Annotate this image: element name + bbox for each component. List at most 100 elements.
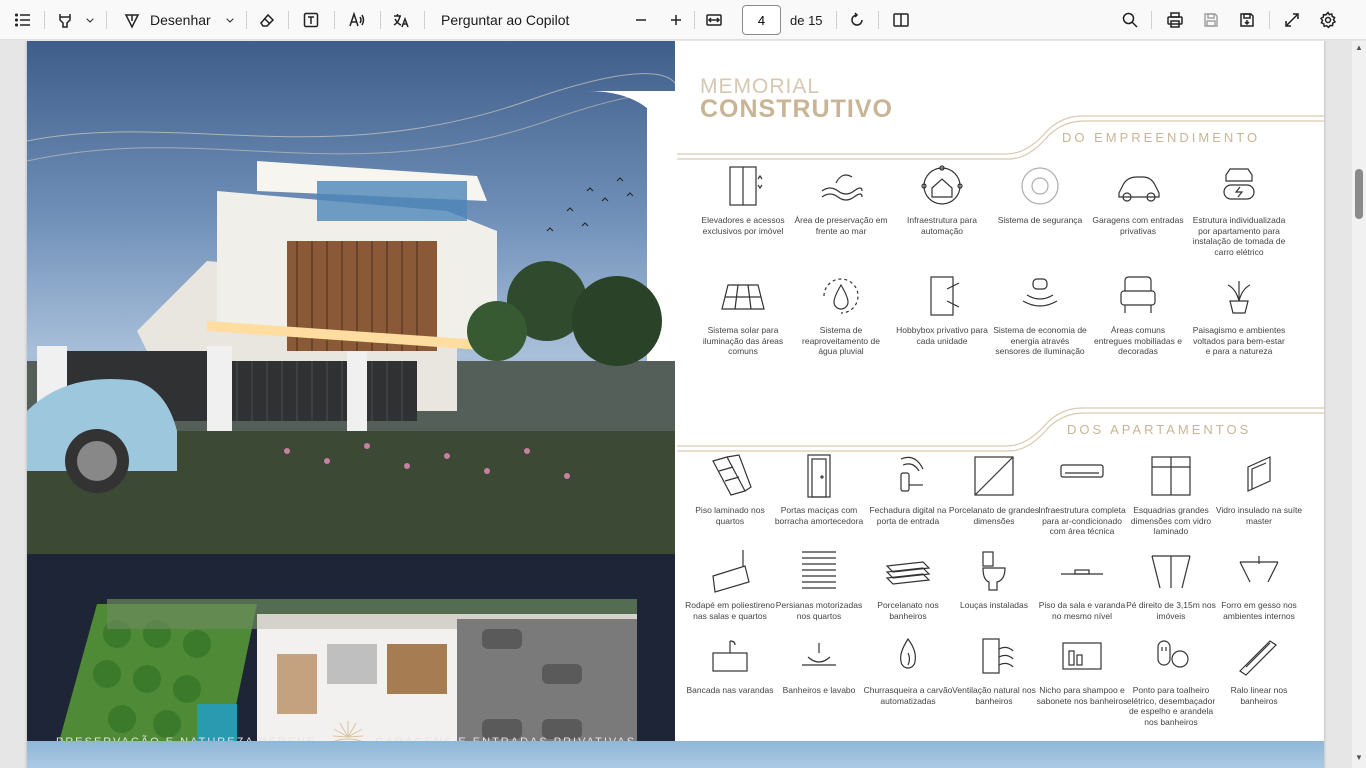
hobbybox-icon xyxy=(930,276,960,316)
feature-item: Fechadura digital na porta de entrada xyxy=(861,451,955,526)
ask-copilot-button[interactable]: Perguntar ao Copilot xyxy=(441,6,591,34)
feature-label: Porcelanato de grandes dimensões xyxy=(948,505,1040,526)
feature-label: Ralo linear nos banheiros xyxy=(1230,685,1288,706)
feature-item: Garagens com entradas privativas xyxy=(1091,161,1185,236)
feature-item: Porcelanato nos banheiros xyxy=(861,546,955,621)
feature-label: Infraestrutura completa para ar-condicio… xyxy=(1038,505,1126,536)
feature-label: Infraestrutura para automação xyxy=(907,215,977,236)
bathroom-tile-icon xyxy=(885,561,931,585)
draw-button[interactable]: Desenhar xyxy=(150,6,216,34)
eraser-icon[interactable] xyxy=(254,6,280,34)
feature-label: Bancada nas varandas xyxy=(686,685,774,695)
feature-item: Persianas motorizadas nos quartos xyxy=(772,546,866,621)
feature-label: Hobbybox privativo para cada unidade xyxy=(896,325,988,346)
highlight-chevron-down-icon[interactable] xyxy=(82,6,98,34)
ev-charger-icon xyxy=(1223,168,1255,200)
fullscreen-icon[interactable] xyxy=(1280,6,1304,34)
translate-icon[interactable] xyxy=(388,6,414,34)
feature-item: Ralo linear nos banheiros xyxy=(1212,631,1306,706)
vertical-scrollbar[interactable]: ▲ ▼ xyxy=(1352,41,1366,768)
draw-chevron-down-icon[interactable] xyxy=(222,6,238,34)
tile-icon xyxy=(974,456,1014,496)
text-box-icon[interactable] xyxy=(298,6,324,34)
rotate-icon[interactable] xyxy=(845,6,869,34)
scroll-thumb[interactable] xyxy=(1355,169,1363,219)
feature-label: Churrasqueira a carvão automatizadas xyxy=(863,685,953,706)
zoom-out-icon[interactable] xyxy=(629,6,653,34)
feature-label: Sistema solar para iluminação das áreas … xyxy=(702,325,784,356)
baseboard-icon xyxy=(712,550,750,593)
feature-item: Sistema de segurança xyxy=(993,161,1087,226)
feature-item: Ponto para toalheiro elétrico, desembaça… xyxy=(1124,631,1218,727)
feature-label: Piso da sala e varanda no mesmo nível xyxy=(1038,600,1126,621)
feature-item: Piso laminado nos quartos xyxy=(683,451,777,526)
sensor-icon xyxy=(1022,278,1058,307)
feature-item: Rodapé em poliestireno nas salas e quart… xyxy=(683,546,777,621)
search-icon[interactable] xyxy=(1118,6,1142,34)
page-total-label: de 15 xyxy=(790,12,823,28)
feature-item: Portas maciças com borracha amortecedora xyxy=(772,451,866,526)
feature-item: Banheiros e lavabo xyxy=(772,631,866,696)
feature-item: Churrasqueira a carvão automatizadas xyxy=(861,631,955,706)
window-icon xyxy=(1151,456,1191,496)
feature-item: Sistema de reaproveitamento de água pluv… xyxy=(794,271,888,357)
page-number-input[interactable] xyxy=(742,5,781,35)
feature-label: Ponto para toalheiro elétrico, desembaça… xyxy=(1126,685,1216,727)
pdf-toolbar: Desenhar Perguntar ao Copilot de 15 xyxy=(0,0,1366,40)
automation-icon xyxy=(921,165,963,205)
feature-label: Banheiros e lavabo xyxy=(782,685,856,695)
feature-item: Paisagismo e ambientes voltados para bem… xyxy=(1192,271,1286,357)
glass-icon xyxy=(1247,456,1271,492)
feature-label: Fechadura digital na porta de entrada xyxy=(869,505,947,526)
highlight-icon[interactable] xyxy=(52,6,78,34)
drain-icon xyxy=(1239,640,1277,676)
counter-icon xyxy=(712,640,748,672)
draw-icon[interactable] xyxy=(120,6,144,34)
feature-item: Bancada nas varandas xyxy=(683,631,777,696)
feature-item: Louças instaladas xyxy=(947,546,1041,611)
contents-menu-icon[interactable] xyxy=(10,6,36,34)
title-line1: MEMORIAL xyxy=(700,75,821,98)
feature-item: Piso da sala e varanda no mesmo nível xyxy=(1035,546,1129,621)
laminate-floor-icon xyxy=(712,454,752,496)
scroll-up-arrow-icon[interactable]: ▲ xyxy=(1355,44,1363,52)
feature-label: Área de preservação em frente ao mar xyxy=(794,215,888,236)
feature-item: Infraestrutura completa para ar-condicio… xyxy=(1035,451,1129,537)
feature-label: Estrutura individualizada por apartament… xyxy=(1192,215,1286,257)
page-view-icon[interactable] xyxy=(889,6,913,34)
feature-label: Forro em gesso nos ambientes internos xyxy=(1221,600,1297,621)
niche-icon xyxy=(1062,642,1102,670)
feature-item: Vidro insulado na suíte master xyxy=(1212,451,1306,526)
zoom-in-icon[interactable] xyxy=(664,6,688,34)
feature-item: Forro em gesso nos ambientes internos xyxy=(1212,546,1306,621)
pdf-page: PRESERVAÇÃO E NATUREZA PERENE GARAGENS E… xyxy=(27,41,1324,768)
scroll-down-arrow-icon[interactable]: ▼ xyxy=(1355,754,1363,762)
document-viewer[interactable]: PRESERVAÇÃO E NATUREZA PERENE GARAGENS E… xyxy=(0,41,1352,768)
ceiling-height-icon xyxy=(1151,555,1191,589)
door-icon xyxy=(807,454,831,498)
print-icon[interactable] xyxy=(1163,6,1187,34)
building-render-image xyxy=(27,41,675,554)
save-as-icon[interactable] xyxy=(1235,6,1259,34)
save-disabled-icon xyxy=(1199,6,1223,34)
read-aloud-icon[interactable] xyxy=(344,6,370,34)
feature-label: Sistema de economia de energia através s… xyxy=(993,325,1087,356)
feature-label: Ventilação natural nos banheiros xyxy=(952,685,1036,706)
settings-gear-icon[interactable] xyxy=(1316,6,1340,34)
feature-item: Infraestrutura para automação xyxy=(895,161,989,236)
feature-label: Sistema de segurança xyxy=(997,215,1083,225)
feature-label: Paisagismo e ambientes voltados para bem… xyxy=(1192,325,1286,356)
outlet-icon xyxy=(1157,640,1189,668)
section-title-building: DO EMPREENDIMENTO xyxy=(1062,130,1261,145)
feature-item: Área de preservação em frente ao mar xyxy=(794,161,888,236)
feature-label: Louças instaladas xyxy=(959,600,1029,610)
feature-item: Estrutura individualizada por apartament… xyxy=(1192,161,1286,257)
armchair-icon xyxy=(1120,276,1156,313)
sea-icon xyxy=(821,174,863,201)
air-conditioner-icon xyxy=(1060,464,1104,478)
feature-label: Persianas motorizadas nos quartos xyxy=(775,600,863,621)
fit-width-icon[interactable] xyxy=(701,6,727,34)
feature-label: Garagens com entradas privativas xyxy=(1092,215,1184,236)
feature-label: Nicho para shampoo e sabonete nos banhei… xyxy=(1036,685,1128,706)
feature-item: Nicho para shampoo e sabonete nos banhei… xyxy=(1035,631,1129,706)
